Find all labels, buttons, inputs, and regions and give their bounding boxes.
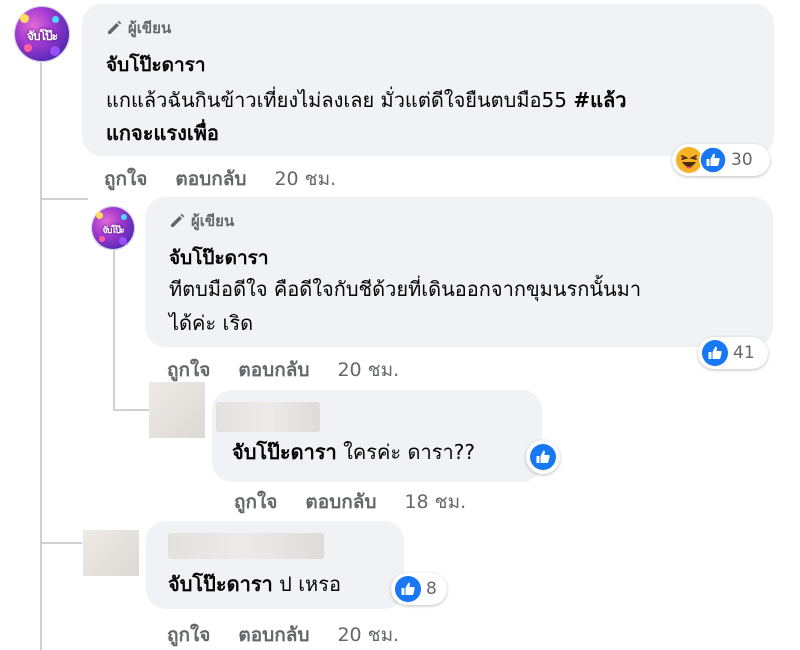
reaction-summary[interactable]: 30 [672, 144, 770, 176]
reaction-count: 30 [731, 150, 753, 170]
timestamp[interactable]: 20 ชม. [337, 620, 399, 650]
reaction-count: 41 [733, 343, 755, 363]
pencil-icon [171, 213, 185, 227]
like-button[interactable]: ถูกใจ [167, 620, 210, 650]
author-badge: ผู้เขียน [169, 209, 234, 233]
avatar-blurred[interactable] [83, 530, 139, 576]
timestamp[interactable]: 20 ชม. [274, 164, 336, 194]
comment-bubble: ผู้เขียน จับโป๊ะดารา ทีตบมือดีใจ คือดีใจ… [145, 197, 773, 347]
like-icon [699, 146, 727, 174]
comment-bubble: จับโป๊ะดารา ใครค่ะ ดารา?? [212, 390, 542, 482]
like-button[interactable]: ถูกใจ [104, 164, 147, 194]
author-badge: ผู้เขียน [106, 16, 171, 40]
comment-text: แกจะแรงเพื่อ [106, 117, 219, 150]
reaction-count: 8 [426, 579, 437, 599]
reply-button[interactable]: ตอบกลับ [305, 487, 376, 517]
reply-button[interactable]: ตอบกลับ [238, 355, 309, 385]
comment-bubble: จับโป๊ะดารา ป เหรอ [146, 521, 404, 609]
hashtag-link-continued[interactable]: แกจะแรงเพื่อ [106, 121, 219, 145]
commenter-name[interactable]: จับโป๊ะดารา [169, 243, 269, 273]
avatar-brand-text: จับโป๊ะ [102, 225, 124, 236]
avatar-blurred[interactable] [149, 382, 205, 438]
comment-text-line: แกแล้วฉันกินข้าวเที่ยงไม่ลงเลย มั่วแต่ดี… [106, 88, 574, 112]
thread-line-sub [113, 250, 115, 410]
thread-line-main [40, 62, 42, 650]
tagged-name[interactable]: จับโป๊ะดารา [232, 440, 337, 464]
thread-line-branch-2 [113, 409, 149, 411]
comment-text-line: ใครค่ะ ดารา?? [336, 440, 475, 464]
comment-text: ทีตบมือดีใจ คือดีใจกับชีด้วยที่เดินออกจา… [169, 277, 642, 301]
comment-text-line: ป เหรอ [272, 572, 341, 596]
reaction-summary[interactable] [526, 440, 560, 474]
like-button[interactable]: ถูกใจ [167, 355, 210, 385]
like-button[interactable]: ถูกใจ [234, 487, 277, 517]
reply-button[interactable]: ตอบกลับ [175, 164, 246, 194]
author-badge-label: ผู้เขียน [128, 19, 172, 37]
commenter-name-blurred[interactable] [168, 533, 324, 559]
avatar-brand-text: จับโป๊ะ [26, 29, 58, 44]
hashtag-link[interactable]: #แล้ว [573, 88, 626, 112]
avatar[interactable]: จับโป๊ะ [14, 6, 70, 62]
comment-actions: ถูกใจ ตอบกลับ 18 ชม. [234, 487, 466, 517]
comment-actions: ถูกใจ ตอบกลับ 20 ชม. [167, 620, 399, 650]
timestamp[interactable]: 20 ชม. [337, 355, 399, 385]
pencil-icon [108, 20, 122, 34]
reply-button[interactable]: ตอบกลับ [238, 620, 309, 650]
commenter-name[interactable]: จับโป๊ะดารา [106, 50, 206, 80]
comment-actions: ถูกใจ ตอบกลับ 20 ชม. [167, 355, 399, 385]
comment-bubble: ผู้เขียน จับโป๊ะดารา แกแล้วฉันกินข้าวเที… [82, 4, 774, 156]
author-badge-label: ผู้เขียน [191, 212, 235, 230]
like-icon [530, 444, 556, 470]
commenter-name-blurred[interactable] [216, 402, 320, 432]
comment-text: จับโป๊ะดารา ป เหรอ [168, 568, 341, 601]
comment-actions: ถูกใจ ตอบกลับ 20 ชม. [104, 164, 336, 194]
reaction-summary[interactable]: 41 [698, 337, 768, 369]
comment-text: จับโป๊ะดารา ใครค่ะ ดารา?? [232, 436, 475, 469]
avatar[interactable]: จับโป๊ะ [91, 206, 135, 250]
thread-line-branch-3 [40, 542, 82, 544]
thread-line-branch-1 [40, 198, 88, 200]
timestamp[interactable]: 18 ชม. [404, 487, 466, 517]
comment-text: แกแล้วฉันกินข้าวเที่ยงไม่ลงเลย มั่วแต่ดี… [106, 84, 627, 117]
like-icon [702, 340, 728, 366]
tagged-name[interactable]: จับโป๊ะดารา [168, 572, 273, 596]
like-icon [395, 576, 421, 602]
comment-text: ได้ค่ะ เริด [169, 311, 254, 335]
reaction-summary[interactable]: 8 [391, 573, 447, 605]
